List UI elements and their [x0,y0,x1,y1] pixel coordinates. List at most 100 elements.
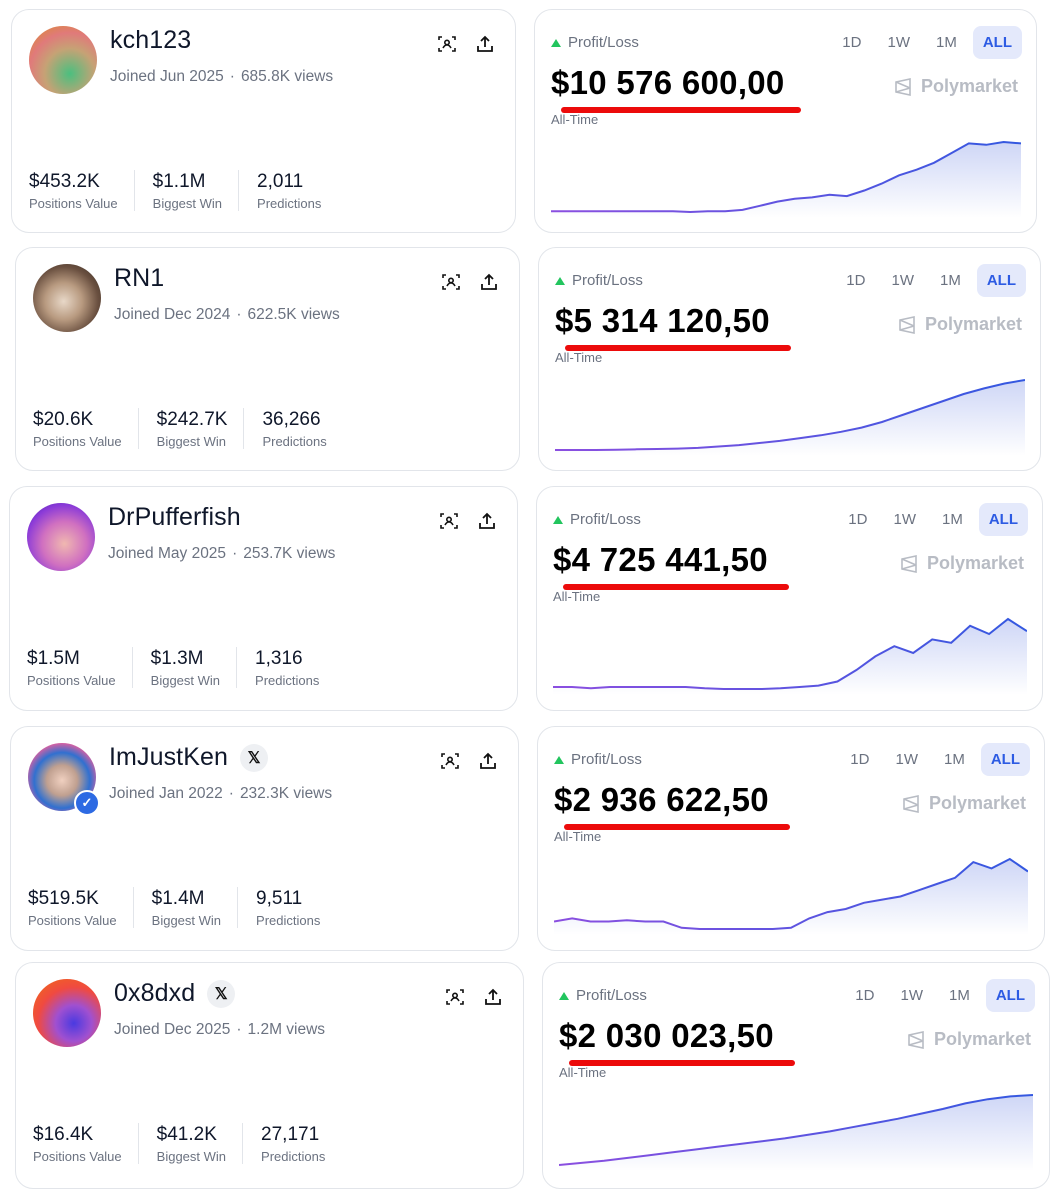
range-1d-button[interactable]: 1D [836,264,875,297]
profile-meta: Joined May 2025 · 253.7K views [108,545,336,562]
timeframe-label: All-Time [559,1065,607,1080]
range-all-button[interactable]: ALL [985,979,1035,1012]
username[interactable]: DrPufferfish [108,503,241,532]
stat-label: Predictions [257,196,322,211]
trend-up-icon [559,991,569,1000]
stats-row: $453.2K Positions Value $1.1M Biggest Win … [29,170,355,211]
polymarket-logo: Polymarket [897,314,1022,335]
username[interactable]: kch123 [110,26,191,55]
stat-label: Biggest Win [151,913,222,928]
scan-icon[interactable] [440,751,460,771]
stat-label: Positions Value [33,434,122,449]
range-1d-button[interactable]: 1D [832,26,871,59]
profit-loss-amount: $2 936 622,50 [554,781,769,818]
joined-date: Joined Jan 2022 [109,785,223,802]
range-selector: 1D 1W 1M ALL [840,743,1030,776]
range-1w-button[interactable]: 1W [877,26,920,59]
joined-date: Joined May 2025 [108,545,227,562]
predictions-value: 9,511 [256,888,303,909]
share-icon[interactable] [483,987,503,1007]
range-selector: 1D 1W 1M ALL [836,264,1026,297]
pnl-area-fill [559,1095,1033,1171]
avatar[interactable] [33,979,101,1047]
stat-label: Biggest Win [156,1149,227,1164]
avatar[interactable] [27,503,95,571]
range-selector: 1D 1W 1M ALL [845,979,1035,1012]
x-social-icon[interactable]: 𝕏 [207,979,236,1008]
profit-loss-label: Profit/Loss [559,987,647,1004]
predictions-value: 27,171 [261,1124,320,1145]
range-1m-button[interactable]: 1M [932,503,973,536]
avatar[interactable] [29,26,97,94]
scan-icon[interactable] [441,272,461,292]
range-all-button[interactable]: ALL [978,503,1028,536]
polymarket-logo: Polymarket [899,553,1024,574]
username[interactable]: 0x8dxd [114,979,195,1008]
views-count: 232.3K views [239,785,333,802]
range-1d-button[interactable]: 1D [838,503,877,536]
timeframe-label: All-Time [554,829,602,844]
share-icon[interactable] [475,34,495,54]
joined-date: Joined Dec 2025 [114,1021,231,1038]
biggest-win-value: $1.1M [152,171,206,192]
scan-icon[interactable] [437,34,457,54]
stat-label: Positions Value [29,196,118,211]
timeframe-label: All-Time [551,112,599,127]
range-1m-button[interactable]: 1M [934,743,975,776]
stats-row: $519.5K Positions Value $1.4M Biggest Win … [28,887,354,928]
profit-loss-amount: $4 725 441,50 [553,541,768,578]
profit-loss-amount: $2 030 023,50 [559,1017,774,1054]
range-1d-button[interactable]: 1D [840,743,879,776]
pnl-chart [553,617,1027,695]
profit-loss-card: Profit/Loss 1D 1W 1M ALL $4 725 441,50 A… [536,486,1043,711]
views-count: 253.7K views [243,545,336,562]
share-icon[interactable] [478,751,498,771]
biggest-win-value: $242.7K [156,409,228,430]
scan-icon[interactable] [445,987,465,1007]
pnl-chart [559,1094,1033,1171]
profile-card: ✓ ImJustKen 𝕏 Joined Jan 2022 · 232.3K vie… [10,726,519,951]
profile-card: DrPufferfish Joined May 2025 · 253.7K view… [9,486,518,711]
range-all-button[interactable]: ALL [976,264,1026,297]
range-all-button[interactable]: ALL [972,26,1022,59]
polymarket-logo: Polymarket [893,76,1018,97]
stat-label: Biggest Win [156,434,227,449]
profile-meta: Joined Jun 2025 · 685.8K views [110,68,334,85]
range-all-button[interactable]: ALL [980,743,1030,776]
profit-loss-card: Profit/Loss 1D 1W 1M ALL $2 030 023,50 A… [542,962,1050,1189]
range-1w-button[interactable]: 1W [881,264,924,297]
range-1w-button[interactable]: 1W [883,503,926,536]
polymarket-logo: Polymarket [901,793,1026,814]
share-icon[interactable] [479,272,499,292]
x-social-icon[interactable]: 𝕏 [240,743,269,772]
range-1m-button[interactable]: 1M [939,979,980,1012]
range-1m-button[interactable]: 1M [930,264,971,297]
stat-label: Predictions [262,434,327,449]
stat-label: Predictions [261,1149,326,1164]
range-1d-button[interactable]: 1D [845,979,884,1012]
polymarket-icon [901,554,917,573]
trend-up-icon [555,276,565,285]
range-1m-button[interactable]: 1M [926,26,967,59]
range-selector: 1D 1W 1M ALL [838,503,1028,536]
stat-label: Positions Value [33,1149,122,1164]
stat-label: Biggest Win [152,196,223,211]
profit-loss-amount: $5 314 120,50 [555,302,770,339]
profile-meta: Joined Dec 2024 · 622.5K views [114,306,340,323]
range-1w-button[interactable]: 1W [890,979,933,1012]
biggest-win-value: $1.3M [150,648,204,669]
profit-loss-label: Profit/Loss [554,751,642,768]
avatar[interactable] [33,264,101,332]
stat-label: Positions Value [27,673,116,688]
username[interactable]: RN1 [114,264,164,293]
pnl-chart [551,140,1021,218]
share-icon[interactable] [477,511,497,531]
positions-value: $20.6K [33,409,94,430]
profit-loss-card: Profit/Loss 1D 1W 1M ALL $2 936 622,50 A… [537,726,1045,951]
scan-icon[interactable] [439,511,459,531]
range-1w-button[interactable]: 1W [885,743,928,776]
positions-value: $1.5M [27,648,80,669]
stat-label: Biggest Win [150,673,221,688]
username[interactable]: ImJustKen [109,743,228,772]
verified-badge-icon: ✓ [74,790,100,816]
